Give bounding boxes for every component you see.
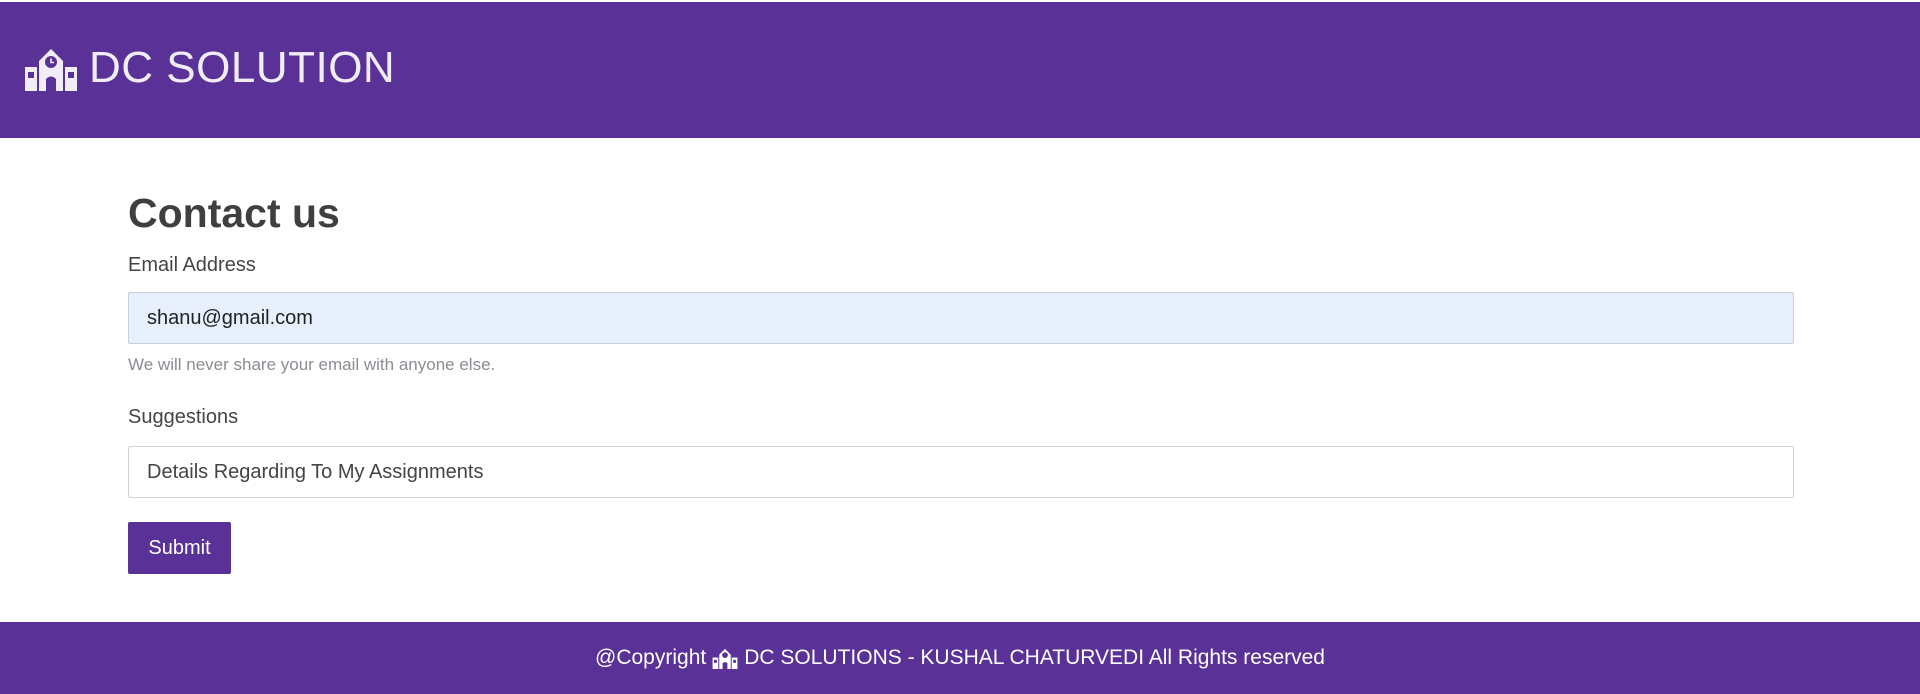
suggestions-field[interactable] bbox=[128, 446, 1794, 498]
school-icon bbox=[23, 45, 79, 91]
brand-title: DC SOLUTION bbox=[89, 43, 396, 92]
email-label: Email Address bbox=[128, 254, 256, 276]
contact-page: DC SOLUTION Contact us Email Address We … bbox=[0, 0, 1920, 694]
email-field[interactable] bbox=[128, 292, 1794, 344]
suggestions-label: Suggestions bbox=[128, 406, 239, 428]
submit-button[interactable]: Submit bbox=[128, 522, 231, 574]
school-icon bbox=[711, 647, 739, 669]
brand-link[interactable]: DC SOLUTION bbox=[23, 43, 395, 93]
top-navbar: DC SOLUTION bbox=[0, 2, 1920, 138]
footer-copyright-text: DC SOLUTIONS - KUSHAL CHATURVEDI All Rig… bbox=[744, 646, 1325, 669]
email-help-text: We will never share your email with anyo… bbox=[128, 355, 496, 374]
page-title: Contact us bbox=[128, 190, 340, 236]
footer-copyright-prefix: @Copyright bbox=[595, 646, 707, 669]
footer: @Copyright DC SOLUTIONS - KUSHAL CHATURV… bbox=[0, 622, 1920, 694]
